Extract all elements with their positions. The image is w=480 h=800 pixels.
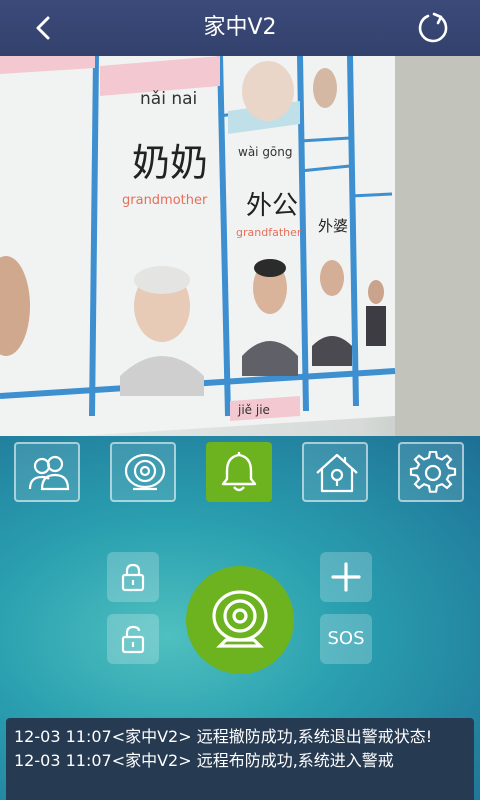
tab-settings[interactable] (398, 442, 464, 502)
poster-text: 奶奶 (132, 141, 208, 185)
tab-alarm[interactable] (206, 442, 272, 502)
poster-text: grandfather (236, 226, 302, 239)
disarm-button[interactable] (107, 614, 159, 664)
gear-icon (409, 451, 457, 493)
monitor-button[interactable] (186, 566, 294, 674)
bell-icon (221, 452, 257, 492)
poster-text: wài gōng (238, 145, 293, 159)
poster-text: grandmother (122, 193, 208, 208)
refresh-button[interactable] (416, 11, 450, 45)
event-log: 12-03 11:07<家中V2> 远程撤防成功,系统退出警戒状态! 12-03… (6, 718, 474, 800)
webcam-icon (124, 453, 166, 491)
poster-text: nǎi nai (140, 89, 197, 109)
home-icon (316, 453, 358, 493)
poster-text: 外公 (246, 191, 298, 221)
webcam-icon (212, 590, 268, 648)
page-title: 家中V2 (203, 15, 277, 40)
refresh-icon (418, 12, 448, 43)
sos-button[interactable]: SOS (320, 614, 372, 664)
add-button[interactable] (320, 552, 372, 602)
poster-text: 外婆 (318, 217, 348, 235)
arm-button[interactable] (107, 552, 159, 602)
users-icon (28, 455, 70, 491)
app-header: 家中V2 (0, 0, 480, 56)
sos-label: SOS (327, 628, 365, 649)
control-panel: SOS 12-03 11:07<家中V2> 远程撤防成功,系统退出警戒状态! 1… (0, 436, 480, 800)
tab-contacts[interactable] (14, 442, 80, 502)
plus-icon (331, 562, 361, 592)
tab-camera[interactable] (110, 442, 176, 502)
camera-feed[interactable]: nǎi nai 奶奶 grandmother wài gōng 外公 grand… (0, 56, 480, 436)
tab-home[interactable] (302, 442, 368, 502)
poster-text: jiě jie (237, 403, 270, 417)
lock-closed-icon (121, 563, 145, 592)
camera-feed-image: nǎi nai 奶奶 grandmother wài gōng 外公 grand… (0, 56, 480, 436)
log-line: 12-03 11:07<家中V2> 远程布防成功,系统进入警戒 (14, 751, 394, 770)
lock-open-icon (121, 625, 145, 654)
log-line: 12-03 11:07<家中V2> 远程撤防成功,系统退出警戒状态! (14, 727, 433, 746)
